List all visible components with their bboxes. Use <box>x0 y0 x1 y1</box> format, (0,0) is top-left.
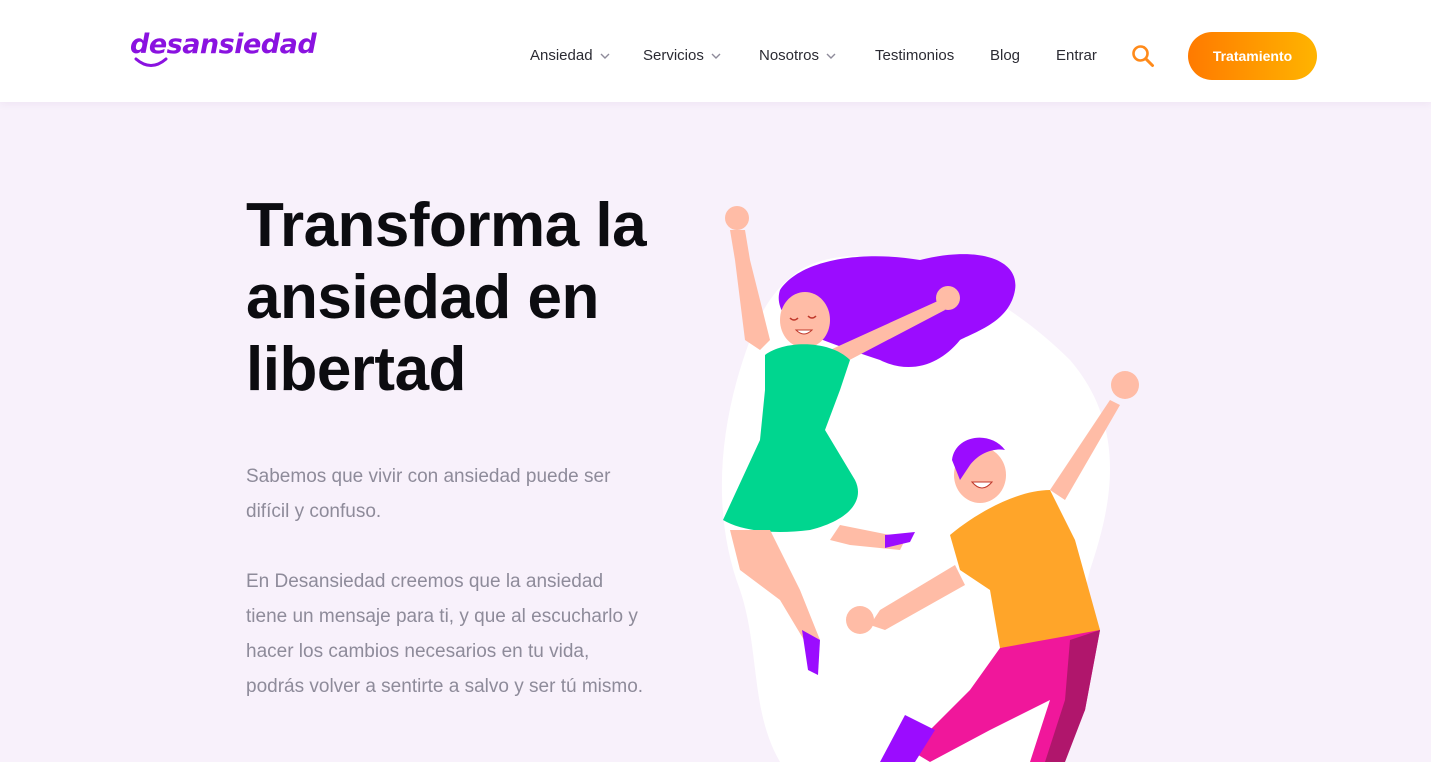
nav-item-entrar[interactable]: Entrar <box>1056 44 1097 68</box>
tratamiento-button[interactable]: Tratamiento <box>1188 32 1317 80</box>
jumping-people-illustration <box>721 206 1139 762</box>
nav-item-label: Nosotros <box>759 47 820 64</box>
nav-item-servicios[interactable]: Servicios <box>643 44 721 68</box>
chevron-down-icon <box>826 53 836 60</box>
search-icon <box>1132 45 1154 67</box>
search-button[interactable] <box>1131 44 1155 68</box>
nav-item-label: Entrar <box>1056 47 1097 64</box>
nav-item-blog[interactable]: Blog <box>990 44 1020 68</box>
nav-item-testimonios[interactable]: Testimonios <box>875 44 954 68</box>
nav-item-label: Blog <box>990 47 1021 64</box>
chevron-down-icon <box>711 53 721 60</box>
nav-item-label: Ansiedad <box>530 47 593 64</box>
chevron-down-icon <box>600 53 610 60</box>
hero-paragraph-1: Sabemos que vivir con ansiedad puede ser… <box>246 466 611 522</box>
nav-item-nosotros[interactable]: Nosotros <box>759 44 836 68</box>
nav-item-label: Servicios <box>643 47 704 64</box>
nav-item-label: Testimonios <box>875 47 955 64</box>
hero-title: Transforma la ansiedad en libertad <box>246 191 647 404</box>
hero-paragraph-2: En Desansiedad creemos que la ansiedad t… <box>246 571 644 697</box>
nav-item-ansiedad[interactable]: Ansiedad <box>530 44 610 68</box>
site-header: desansiedad Ansiedad Servicios Nosotros … <box>0 0 1431 102</box>
